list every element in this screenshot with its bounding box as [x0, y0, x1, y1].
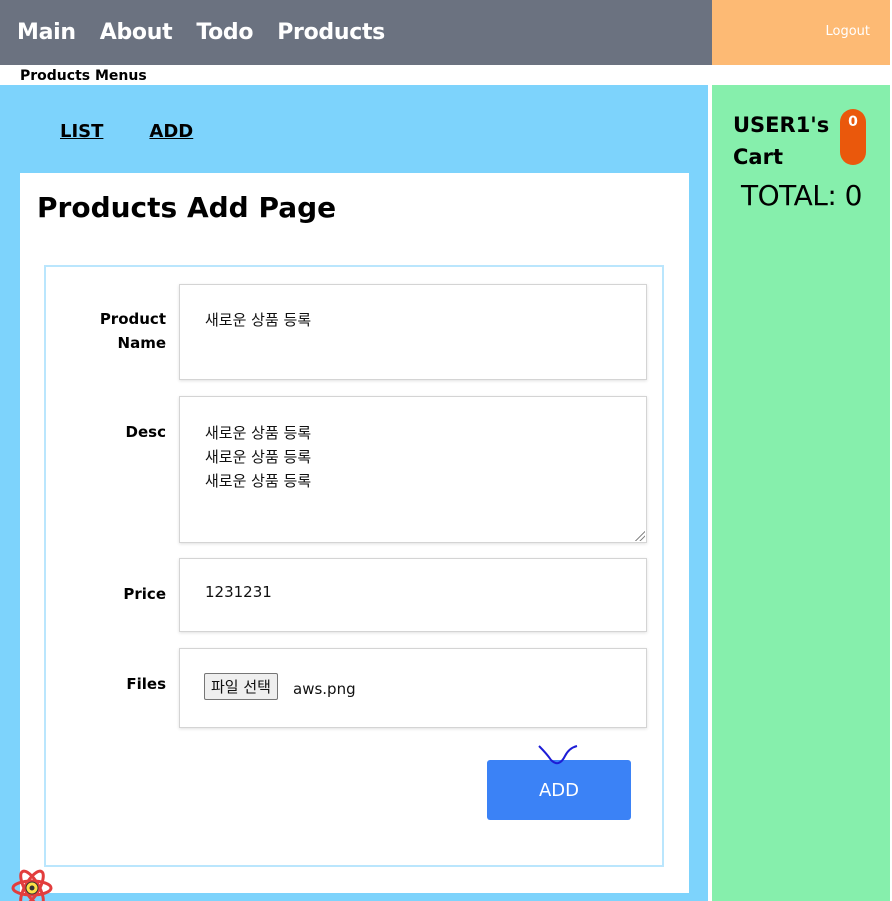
desc-textarea[interactable]: 새로운 상품 등록 새로운 상품 등록 새로운 상품 등록 [179, 396, 647, 543]
files-label: Files [126, 675, 166, 693]
desc-line: 새로운 상품 등록 [205, 472, 312, 490]
main-content: LIST ADD Products Add Page Product Name … [0, 85, 708, 901]
product-name-label: Product Name [46, 307, 166, 355]
desc-label: Desc [125, 423, 166, 441]
add-card: Products Add Page Product Name 새로운 상품 등록… [20, 173, 689, 893]
tab-list[interactable]: LIST [60, 121, 103, 142]
tab-add[interactable]: ADD [149, 121, 193, 142]
resize-grip-icon[interactable] [635, 531, 645, 541]
nav-link-todo[interactable]: Todo [196, 20, 253, 45]
hand-cursor-icon [538, 745, 578, 765]
file-name: aws.png [293, 680, 356, 698]
price-value: 1231231 [205, 583, 272, 601]
submenu-title: Products Menus [20, 68, 147, 84]
nav-link-about[interactable]: About [100, 20, 173, 45]
logout-link[interactable]: Logout [825, 24, 870, 39]
product-name-label-line2: Name [117, 334, 166, 352]
desc-line: 새로운 상품 등록 [205, 448, 312, 466]
page-title: Products Add Page [37, 191, 337, 224]
cart-count-badge: 0 [840, 109, 866, 165]
top-nav: Main About Todo Products [0, 0, 712, 65]
desc-line: 새로운 상품 등록 [205, 424, 312, 442]
add-button[interactable]: ADD [487, 760, 631, 820]
product-name-input[interactable]: 새로운 상품 등록 [179, 284, 647, 380]
choose-file-button[interactable]: 파일 선택 [204, 673, 278, 700]
product-name-value: 새로운 상품 등록 [205, 311, 312, 329]
logout-area: Logout [712, 0, 890, 65]
nav-link-products[interactable]: Products [277, 20, 385, 45]
react-logo-icon [11, 869, 53, 901]
product-name-label-line1: Product [99, 310, 166, 328]
product-form: Product Name 새로운 상품 등록 Desc 새로운 상품 등록 새로… [44, 265, 664, 867]
submenu-bar: Products Menus [0, 65, 890, 85]
price-input[interactable]: 1231231 [179, 558, 647, 632]
cart-total: TOTAL: 0 [741, 179, 862, 212]
cart-panel: USER1's Cart 0 TOTAL: 0 [712, 85, 890, 901]
product-tabs: LIST ADD [60, 121, 193, 142]
nav-link-main[interactable]: Main [17, 20, 76, 45]
price-label: Price [123, 585, 166, 603]
file-input[interactable]: 파일 선택 aws.png [179, 648, 647, 728]
cart-title: USER1's Cart [733, 113, 830, 169]
